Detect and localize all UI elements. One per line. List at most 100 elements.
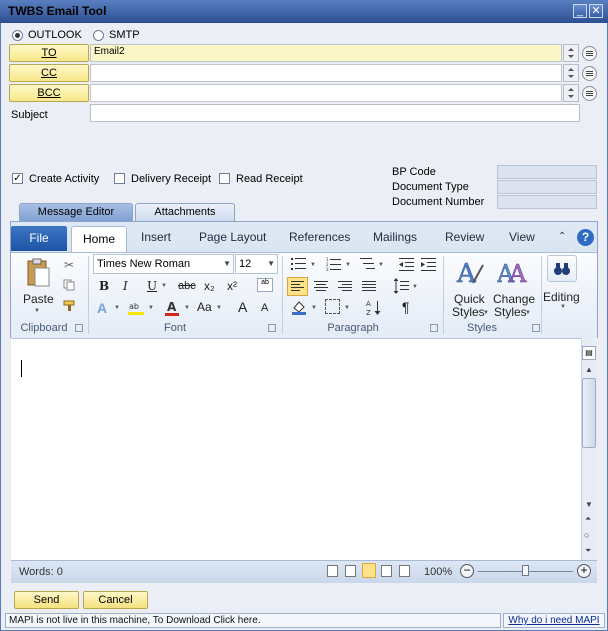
multilevel-list-icon[interactable] — [360, 257, 376, 271]
zoom-out-button[interactable]: − — [460, 564, 474, 578]
align-left-button[interactable] — [287, 277, 308, 296]
cc-list-icon[interactable] — [582, 66, 597, 81]
paragraph-launcher-icon[interactable] — [430, 324, 438, 332]
strikethrough-button[interactable]: abc — [178, 280, 196, 292]
scroll-thumb[interactable] — [582, 378, 596, 448]
why-mapi-link[interactable]: Why do i need MAPI — [503, 613, 605, 628]
align-center-icon[interactable] — [313, 280, 329, 294]
show-marks-button[interactable]: ¶ — [402, 299, 410, 315]
change-styles-icon[interactable]: AA — [496, 257, 529, 289]
change-styles-button-line1[interactable]: Change — [493, 292, 535, 306]
ribbon-tab-view[interactable]: View — [509, 230, 535, 244]
change-styles-button-line2[interactable]: Styles — [494, 305, 527, 319]
font-color-dropdown-icon[interactable]: ▼ — [184, 305, 190, 311]
bcc-list-icon[interactable] — [582, 86, 597, 101]
outlook-radio[interactable] — [12, 30, 23, 41]
decrease-indent-icon[interactable] — [399, 257, 415, 271]
quick-styles-button-line2[interactable]: Styles — [452, 305, 485, 319]
ribbon-tab-mailings[interactable]: Mailings — [373, 230, 417, 244]
editing-button[interactable]: Editing — [543, 290, 580, 304]
bcc-spinner[interactable] — [563, 84, 579, 102]
quick-styles-button-line1[interactable]: Quick — [454, 292, 485, 306]
borders-icon[interactable] — [325, 299, 340, 314]
bullets-dropdown-icon[interactable]: ▼ — [310, 262, 316, 268]
shading-icon[interactable] — [291, 299, 307, 315]
bcc-button[interactable]: BCC — [9, 84, 89, 102]
full-screen-reading-icon[interactable] — [345, 565, 356, 577]
ribbon-tab-references[interactable]: References — [289, 230, 350, 244]
ribbon-tab-file[interactable]: File — [11, 226, 67, 251]
print-layout-icon[interactable] — [327, 565, 338, 577]
line-spacing-dropdown-icon[interactable]: ▼ — [412, 284, 418, 290]
subject-input[interactable] — [90, 104, 580, 122]
superscript-button[interactable]: x² — [227, 279, 237, 293]
ribbon-tab-insert[interactable]: Insert — [141, 230, 171, 244]
paste-button[interactable]: Paste — [23, 292, 54, 306]
align-right-icon[interactable] — [337, 280, 353, 294]
outline-view-icon[interactable] — [381, 565, 392, 577]
multilevel-dropdown-icon[interactable]: ▼ — [378, 262, 384, 268]
ribbon-tab-page-layout[interactable]: Page Layout — [199, 230, 266, 244]
shading-dropdown-icon[interactable]: ▼ — [311, 305, 317, 311]
change-case-button[interactable]: Aa — [197, 300, 212, 314]
paste-dropdown-icon[interactable]: ▼ — [34, 308, 40, 314]
mapi-status-message[interactable]: MAPI is not live in this machine, To Dow… — [5, 613, 501, 628]
paste-icon[interactable] — [25, 258, 51, 288]
font-size-combo[interactable]: 12 ▼ — [235, 254, 278, 274]
subscript-button[interactable]: x₂ — [204, 279, 215, 293]
shrink-font-button[interactable]: A — [261, 302, 268, 314]
editing-dropdown-icon[interactable]: ▼ — [560, 304, 566, 310]
underline-button[interactable]: U — [147, 279, 157, 293]
clear-formatting-icon[interactable]: ab — [257, 278, 273, 292]
ribbon-tab-home[interactable]: Home — [71, 226, 127, 253]
bcc-field[interactable] — [90, 84, 562, 102]
clipboard-launcher-icon[interactable] — [75, 324, 83, 332]
numbering-dropdown-icon[interactable]: ▼ — [345, 262, 351, 268]
editing-binoculars-icon[interactable] — [547, 255, 577, 282]
font-launcher-icon[interactable] — [268, 324, 276, 332]
borders-dropdown-icon[interactable]: ▼ — [344, 305, 350, 311]
send-button[interactable]: Send — [14, 591, 79, 609]
create-activity-checkbox[interactable]: ✓ — [12, 173, 23, 184]
message-body-editor[interactable] — [11, 338, 581, 560]
scroll-up-icon[interactable]: ▲ — [585, 365, 593, 374]
scroll-down-icon[interactable]: ▼ — [585, 500, 593, 509]
help-icon[interactable]: ? — [577, 229, 594, 246]
to-spinner[interactable] — [563, 44, 579, 62]
underline-dropdown-icon[interactable]: ▼ — [161, 283, 167, 289]
font-color-icon[interactable]: A — [164, 300, 180, 316]
cut-icon[interactable]: ✂ — [64, 258, 74, 272]
to-field[interactable]: Email2 — [90, 44, 562, 62]
line-spacing-icon[interactable] — [393, 278, 410, 294]
change-case-dropdown-icon[interactable]: ▼ — [216, 305, 222, 311]
cancel-button[interactable]: Cancel — [83, 591, 148, 609]
ruler-toggle-icon[interactable]: ▤ — [582, 346, 596, 360]
ribbon-tab-review[interactable]: Review — [445, 230, 484, 244]
styles-launcher-icon[interactable] — [532, 324, 540, 332]
tab-message-editor[interactable]: Message Editor — [19, 203, 133, 221]
grow-font-button[interactable]: A — [238, 299, 247, 315]
cc-spinner[interactable] — [563, 64, 579, 82]
delivery-receipt-checkbox[interactable] — [114, 173, 125, 184]
next-page-icon[interactable]: ⏷ — [585, 546, 591, 556]
cc-field[interactable] — [90, 64, 562, 82]
highlight-dropdown-icon[interactable]: ▼ — [148, 305, 154, 311]
font-name-combo[interactable]: Times New Roman ▼ — [93, 254, 234, 274]
justify-icon[interactable] — [361, 280, 377, 294]
zoom-level[interactable]: 100% — [424, 566, 452, 578]
zoom-in-button[interactable]: + — [577, 564, 591, 578]
tab-attachments[interactable]: Attachments — [135, 203, 235, 221]
quick-styles-dropdown-icon[interactable]: ▼ — [483, 310, 489, 316]
bullets-icon[interactable] — [291, 257, 307, 271]
close-button[interactable]: ✕ — [589, 4, 603, 18]
browse-object-icon[interactable]: ○ — [584, 530, 589, 540]
draft-view-icon[interactable] — [399, 565, 410, 577]
to-list-icon[interactable] — [582, 46, 597, 61]
text-effects-icon[interactable]: A — [97, 300, 107, 316]
quick-styles-icon[interactable]: A — [455, 257, 485, 289]
numbering-icon[interactable]: 123 — [326, 257, 342, 272]
word-count[interactable]: Words: 0 — [19, 566, 63, 578]
highlight-icon[interactable]: ab — [127, 300, 145, 316]
web-layout-icon[interactable] — [362, 563, 376, 578]
bold-button[interactable]: B — [99, 279, 109, 293]
